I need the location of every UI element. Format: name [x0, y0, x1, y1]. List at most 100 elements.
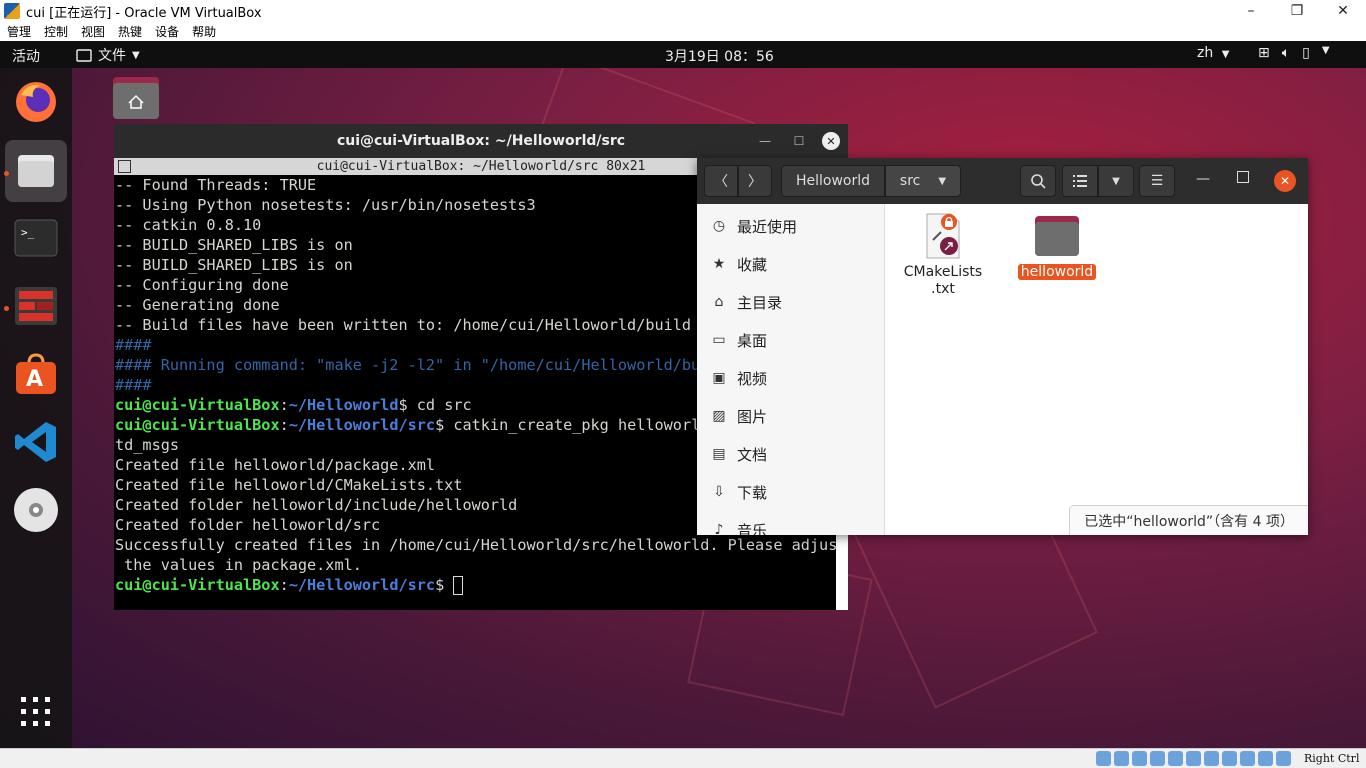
desktop-home-folder[interactable]	[113, 77, 161, 119]
terminal-cursor	[453, 576, 464, 595]
dock-firefox[interactable]	[12, 78, 60, 126]
menu-help[interactable]: 帮助	[192, 23, 216, 40]
minimize-button[interactable]: –	[1228, 0, 1274, 22]
terminal-minimize-button[interactable]: —	[754, 131, 776, 151]
menu-hotkey[interactable]: 热键	[118, 23, 142, 40]
sidebar-item-documents[interactable]: ▤ 文档	[697, 435, 884, 473]
dock-disc[interactable]	[12, 486, 60, 534]
keyboard-icon[interactable]	[1276, 751, 1291, 766]
dock: >_ A	[0, 68, 72, 748]
usb-icon[interactable]	[1168, 751, 1183, 766]
download-icon: ⇩	[713, 484, 725, 500]
show-apps-button[interactable]	[12, 688, 60, 736]
sidebar-item-label: 图片	[737, 407, 768, 426]
firefox-icon	[16, 82, 56, 122]
list-view-button[interactable]	[1062, 165, 1098, 197]
audio-icon[interactable]	[1132, 751, 1147, 766]
chevron-down-icon: ▼	[1112, 175, 1120, 187]
running-indicator	[4, 306, 9, 311]
prompt-user: cui@cui-VirtualBox	[115, 416, 280, 434]
chevron-right-icon: 〉	[748, 174, 762, 190]
gnome-topbar: 活动 文件 ▼ 3月19日 08：56 zh ▼ ⊞ 🔈︎ ▯ ▼	[0, 41, 1366, 68]
terminal-maximize-button[interactable]: ☐	[788, 131, 810, 151]
sidebar-item-recent[interactable]: ◷ 最近使用	[697, 207, 884, 245]
sidebar-item-home[interactable]: ⌂ 主目录	[697, 283, 884, 321]
terminal-titlebar[interactable]: cui@cui-VirtualBox: ~/Helloworld/src — ☐…	[114, 124, 848, 158]
path-segment-helloworld[interactable]: Helloworld	[781, 165, 885, 197]
files-close-button[interactable]: ✕	[1274, 170, 1296, 192]
view-options-button[interactable]: ▼	[1098, 165, 1134, 197]
home-icon: ⌂	[714, 294, 724, 310]
mouse-integration-icon[interactable]	[1258, 751, 1273, 766]
menu-icon[interactable]	[118, 160, 131, 173]
cpu-icon[interactable]	[1240, 751, 1255, 766]
dock-app[interactable]	[12, 282, 60, 330]
hamburger-menu-button[interactable]: ☰	[1139, 165, 1175, 197]
vbox-statusbar: Right Ctrl	[0, 748, 1366, 768]
terminal-icon: >_	[14, 219, 58, 257]
disc-icon	[14, 488, 58, 532]
app-menu-label: 文件	[98, 48, 126, 64]
sidebar-item-label: 下载	[737, 483, 768, 502]
app-icon	[15, 287, 57, 325]
sidebar-item-label: 视频	[737, 369, 768, 388]
back-button[interactable]: 〈	[704, 165, 738, 197]
virtualbox-icon	[4, 3, 20, 19]
host-key-label: Right Ctrl	[1304, 752, 1360, 765]
files-content-area[interactable]: CMakeLists .txt helloworld 已选中“helloworl…	[886, 204, 1308, 535]
search-button[interactable]	[1020, 165, 1056, 197]
forward-button[interactable]: 〉	[738, 165, 772, 197]
menu-manage[interactable]: 管理	[7, 23, 31, 40]
sidebar-item-label: 主目录	[737, 293, 783, 312]
desktop-icon: ▭	[712, 332, 726, 348]
dock-files[interactable]	[5, 140, 67, 202]
app-menu[interactable]: 文件 ▼	[76, 45, 140, 65]
menu-control[interactable]: 控制	[44, 23, 68, 40]
sidebar-item-downloads[interactable]: ⇩ 下载	[697, 473, 884, 511]
sidebar-item-label: 桌面	[737, 331, 768, 350]
sidebar-item-music[interactable]: ♪ 音乐	[697, 511, 884, 536]
svg-text:A: A	[26, 367, 43, 392]
network-icon: ⊞	[1258, 45, 1270, 61]
sidebar-item-videos[interactable]: ▣ 视频	[697, 359, 884, 397]
dock-vscode[interactable]	[12, 418, 60, 466]
dock-software[interactable]: A	[12, 350, 60, 398]
sidebar-item-starred[interactable]: ★ 收藏	[697, 245, 884, 283]
clock[interactable]: 3月19日 08：56	[665, 46, 774, 66]
terminal-close-button[interactable]: ✕	[822, 132, 840, 150]
files-maximize-button[interactable]	[1237, 171, 1249, 183]
sidebar-item-pictures[interactable]: ▨ 图片	[697, 397, 884, 435]
close-button[interactable]: ✕	[1320, 0, 1366, 22]
vbox-menubar: 管理 控制 视图 热键 设备 帮助	[0, 22, 1366, 41]
file-item-cmakelists[interactable]: CMakeLists .txt	[898, 212, 988, 298]
restore-button[interactable]: ❐	[1274, 0, 1320, 22]
chevron-down-icon: ▼	[1221, 49, 1230, 60]
menu-icon: ☰	[1150, 173, 1164, 189]
menu-devices[interactable]: 设备	[155, 23, 179, 40]
vbox-device-icons	[1096, 751, 1291, 766]
optical-drive-icon[interactable]	[1114, 751, 1129, 766]
sidebar-item-label: 文档	[737, 445, 768, 464]
input-method-label: zh	[1197, 45, 1214, 61]
sidebar-item-desktop[interactable]: ▭ 桌面	[697, 321, 884, 359]
files-headerbar[interactable]: 〈 〉 Helloworld src ▼ ▼ ☰ — ✕	[697, 158, 1308, 204]
terminal-prompt-line: cui@cui-VirtualBox:~/Helloworld/src$	[115, 575, 836, 595]
files-minimize-button[interactable]: —	[1196, 171, 1210, 187]
folder-icon	[76, 49, 92, 62]
recording-icon[interactable]	[1222, 751, 1237, 766]
software-icon: A	[16, 353, 56, 394]
path-segment-src[interactable]: src ▼	[885, 165, 961, 197]
dock-terminal[interactable]: >_	[12, 214, 60, 262]
shared-folder-icon[interactable]	[1186, 751, 1201, 766]
input-method[interactable]: zh ▼	[1197, 45, 1229, 61]
activities-button[interactable]: 活动	[12, 46, 40, 66]
prompt-path: ~/Helloworld/src	[288, 416, 436, 434]
system-tray[interactable]: ⊞ 🔈︎ ▯ ▼	[1258, 45, 1330, 61]
files-window[interactable]: 〈 〉 Helloworld src ▼ ▼ ☰ — ✕ ◷ 最近使用 ★ 收藏 ⌂ 主…	[697, 158, 1308, 535]
menu-view[interactable]: 视图	[81, 23, 105, 40]
file-item-helloworld[interactable]: helloworld	[1012, 212, 1102, 280]
harddisk-icon[interactable]	[1096, 751, 1111, 766]
places-sidebar: ◷ 最近使用 ★ 收藏 ⌂ 主目录 ▭ 桌面 ▣ 视频 ▨ 图片 ▤ 文档 ⇩ 下载 ♪ 音乐	[697, 204, 885, 535]
network-icon[interactable]	[1150, 751, 1165, 766]
display-icon[interactable]	[1204, 751, 1219, 766]
